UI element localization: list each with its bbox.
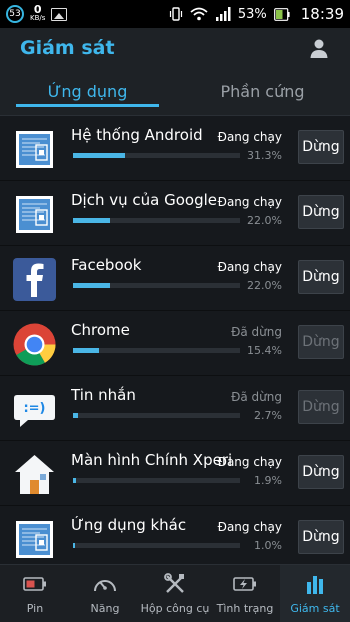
app-name: Hệ thống Android xyxy=(71,126,203,144)
list-item[interactable]: Dịch vụ của Google Đang chạy 22.0% Dừng xyxy=(0,181,350,246)
tools-icon xyxy=(163,572,187,596)
usage-bar xyxy=(73,218,240,223)
stop-button[interactable]: Dừng xyxy=(298,260,344,294)
app-status: Đang chạy xyxy=(217,130,282,144)
image-notification-icon xyxy=(51,7,68,21)
clock: 18:39 xyxy=(300,5,344,23)
tab-hardware[interactable]: Phần cứng xyxy=(175,68,350,115)
home-icon xyxy=(12,452,57,497)
facebook-icon xyxy=(12,257,57,302)
battery-icon xyxy=(23,572,47,596)
app-name: Màn hình Chính Xperia xyxy=(71,451,231,469)
usage-percent: 31.3% xyxy=(247,149,282,162)
usage-percent: 2.7% xyxy=(254,409,282,422)
usage-bar xyxy=(73,543,240,548)
app-name: Ứng dụng khác xyxy=(71,516,187,534)
usage-bar-fill xyxy=(73,478,77,483)
android-system-icon xyxy=(12,127,57,172)
usage-bar xyxy=(73,283,240,288)
usage-bar-fill xyxy=(73,543,75,548)
bottom-navigation: Pin Năng Hộp công cụ Tình trạng Giám sát xyxy=(0,564,350,622)
usage-bar-fill xyxy=(73,218,110,223)
usage-percent: 22.0% xyxy=(247,214,282,227)
nav-performance[interactable]: Năng xyxy=(70,565,140,622)
list-item[interactable]: :=) Tin nhắn Đã dừng 2.7% Dừng xyxy=(0,376,350,441)
status-bar: 53 0 KB/s 53% 18:39 xyxy=(0,0,350,28)
page-title: Giám sát xyxy=(20,37,115,59)
user-icon[interactable] xyxy=(308,37,330,59)
nav-monitor[interactable]: Giám sát xyxy=(280,565,350,622)
nav-status[interactable]: Tình trạng xyxy=(210,565,280,622)
app-status: Đã dừng xyxy=(231,325,282,339)
usage-bar xyxy=(73,153,240,158)
network-speed-unit: KB/s xyxy=(30,14,46,22)
usage-percent: 1.0% xyxy=(254,539,282,552)
battery-status-icon xyxy=(273,7,290,21)
usage-bar xyxy=(73,348,240,353)
google-services-icon xyxy=(12,192,57,237)
nav-performance-label: Năng xyxy=(90,602,120,615)
signal-icon xyxy=(215,7,231,21)
tab-apps[interactable]: Ứng dụng xyxy=(0,68,175,115)
usage-bar-fill xyxy=(73,413,78,418)
list-item[interactable]: Facebook Đang chạy 22.0% Dừng xyxy=(0,246,350,311)
wifi-icon xyxy=(190,7,208,21)
tab-bar: Ứng dụng Phần cứng xyxy=(0,68,350,116)
app-status: Đang chạy xyxy=(217,520,282,534)
app-header: Giám sát xyxy=(0,28,350,68)
tab-hardware-label: Phần cứng xyxy=(220,82,305,101)
bar-chart-icon xyxy=(303,572,327,596)
battery-charging-icon xyxy=(233,572,257,596)
nav-toolbox[interactable]: Hộp công cụ xyxy=(140,565,210,622)
stop-button[interactable]: Dừng xyxy=(298,325,344,359)
usage-percent: 15.4% xyxy=(247,344,282,357)
list-item[interactable]: Màn hình Chính Xperia Đang chạy 1.9% Dừn… xyxy=(0,441,350,506)
tab-apps-label: Ứng dụng xyxy=(47,82,128,101)
usage-bar-fill xyxy=(73,283,110,288)
nav-battery-label: Pin xyxy=(26,602,44,615)
usage-bar xyxy=(73,478,240,483)
network-speed: 0 KB/s xyxy=(30,3,46,23)
app-status: Đang chạy xyxy=(217,195,282,209)
stop-button[interactable]: Dừng xyxy=(298,195,344,229)
other-apps-icon xyxy=(12,517,57,562)
speedometer-icon xyxy=(93,572,117,596)
stop-button[interactable]: Dừng xyxy=(298,520,344,554)
app-list[interactable]: Hệ thống Android Đang chạy 31.3% Dừng Dị… xyxy=(0,116,350,564)
stop-button[interactable]: Dừng xyxy=(298,390,344,424)
battery-percent: 53% xyxy=(237,6,267,22)
app-status: Đang chạy xyxy=(217,260,282,274)
nav-status-label: Tình trạng xyxy=(216,602,274,615)
app-name: Chrome xyxy=(71,321,130,339)
stop-button[interactable]: Dừng xyxy=(298,455,344,489)
app-name: Tin nhắn xyxy=(71,386,136,404)
chrome-icon xyxy=(12,322,57,367)
usage-bar-fill xyxy=(73,153,126,158)
list-item[interactable]: Hệ thống Android Đang chạy 31.3% Dừng xyxy=(0,116,350,181)
notification-count-badge: 53 xyxy=(6,5,24,23)
usage-percent: 22.0% xyxy=(247,279,282,292)
usage-percent: 1.9% xyxy=(254,474,282,487)
vibrate-icon xyxy=(169,7,183,21)
usage-bar-fill xyxy=(73,348,99,353)
messages-icon: :=) xyxy=(12,387,57,432)
list-item[interactable]: Chrome Đã dừng 15.4% Dừng xyxy=(0,311,350,376)
nav-battery[interactable]: Pin xyxy=(0,565,70,622)
network-speed-value: 0 xyxy=(33,3,42,16)
stop-button[interactable]: Dừng xyxy=(298,130,344,164)
nav-toolbox-label: Hộp công cụ xyxy=(140,602,210,615)
app-name: Dịch vụ của Google xyxy=(71,191,218,209)
list-item[interactable]: Ứng dụng khác Đang chạy 1.0% Dừng xyxy=(0,506,350,564)
svg-text::=): :=) xyxy=(23,401,45,416)
usage-bar xyxy=(73,413,240,418)
app-status: Đã dừng xyxy=(231,390,282,404)
app-name: Facebook xyxy=(71,256,142,274)
nav-monitor-label: Giám sát xyxy=(290,602,340,615)
app-status: Đang chạy xyxy=(217,455,282,469)
